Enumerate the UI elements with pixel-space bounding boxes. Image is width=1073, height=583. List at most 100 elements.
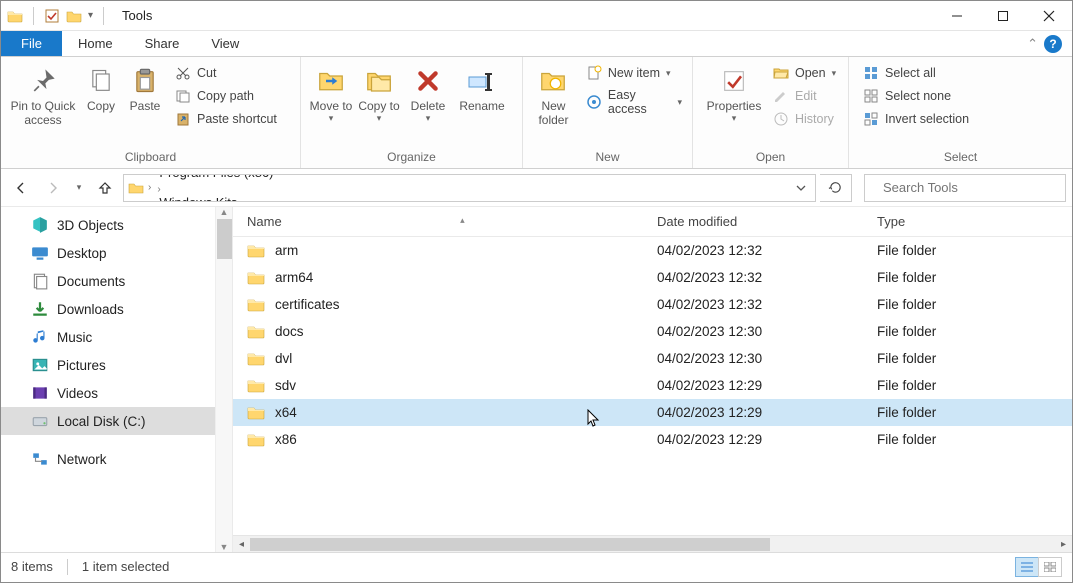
tree-item[interactable]: Downloads [1, 295, 232, 323]
chevron-right-icon[interactable]: › [146, 182, 153, 193]
up-button[interactable] [91, 174, 119, 202]
tree-item[interactable]: Local Disk (C:) [1, 407, 232, 435]
item-type: File folder [863, 432, 1072, 447]
address-dropdown-icon[interactable] [791, 182, 811, 194]
item-date: 04/02/2023 12:30 [643, 324, 863, 339]
list-item[interactable]: x6404/02/2023 12:29File folder [233, 399, 1072, 426]
paste-shortcut-icon [175, 111, 191, 127]
item-type: File folder [863, 405, 1072, 420]
item-date: 04/02/2023 12:32 [643, 297, 863, 312]
tab-file[interactable]: File [1, 31, 62, 56]
list-item[interactable]: docs04/02/2023 12:30File folder [233, 318, 1072, 345]
invert-selection-button[interactable]: Invert selection [859, 109, 973, 129]
paste-shortcut-button[interactable]: Paste shortcut [171, 109, 281, 129]
rename-button[interactable]: Rename [453, 61, 511, 113]
breadcrumb-segment[interactable]: Program Files (x86) [155, 174, 277, 181]
open-button[interactable]: Open ▾ [769, 63, 840, 83]
item-type: File folder [863, 351, 1072, 366]
folder-icon [247, 433, 265, 447]
ribbon-tabs: File Home Share View ⌃ ? [1, 31, 1072, 57]
maximize-button[interactable] [980, 1, 1026, 31]
rename-icon [466, 65, 498, 97]
copy-button[interactable]: Copy [79, 61, 123, 113]
address-bar[interactable]: › This PC›Local Disk (C:)›Program Files … [123, 174, 816, 202]
history-button[interactable]: History [769, 109, 840, 129]
tab-view[interactable]: View [195, 31, 255, 56]
folder-icon [247, 271, 265, 285]
list-item[interactable]: certificates04/02/2023 12:32File folder [233, 291, 1072, 318]
move-to-button[interactable]: Move to▾ [307, 61, 355, 124]
column-type[interactable]: Type [863, 214, 1072, 229]
forward-button[interactable] [39, 174, 67, 202]
back-button[interactable] [7, 174, 35, 202]
list-item[interactable]: arm6404/02/2023 12:32File folder [233, 264, 1072, 291]
tree-item[interactable]: Desktop [1, 239, 232, 267]
column-name[interactable]: Name▴ [233, 214, 643, 229]
help-icon[interactable]: ? [1044, 35, 1062, 53]
minimize-button[interactable] [934, 1, 980, 31]
qat-properties-icon[interactable] [44, 8, 60, 24]
new-folder-button[interactable]: New folder [529, 61, 578, 127]
tab-share[interactable]: Share [129, 31, 196, 56]
column-headers[interactable]: Name▴ Date modified Type [233, 207, 1072, 237]
navigation-tree[interactable]: 3D ObjectsDesktopDocumentsDownloadsMusic… [1, 207, 233, 552]
horizontal-scrollbar[interactable]: ◂ ▸ [233, 535, 1072, 552]
tree-item[interactable]: 3D Objects [1, 211, 232, 239]
tree-item-label: Videos [57, 386, 98, 401]
tree-item[interactable]: Music [1, 323, 232, 351]
thumbnails-view-button[interactable] [1038, 557, 1062, 577]
copy-path-button[interactable]: Copy path [171, 86, 281, 106]
list-item[interactable]: sdv04/02/2023 12:29File folder [233, 372, 1072, 399]
select-all-button[interactable]: Select all [859, 63, 973, 83]
folder-icon [247, 406, 265, 420]
copy-to-icon [363, 65, 395, 97]
paste-button[interactable]: Paste [123, 61, 167, 113]
navigation-bar: ▾ › This PC›Local Disk (C:)›Program File… [1, 169, 1072, 207]
copy-to-button[interactable]: Copy to▾ [355, 61, 403, 124]
easy-access-button[interactable]: Easy access ▾ [582, 86, 686, 118]
item-name: arm [275, 243, 298, 258]
item-name: x64 [275, 405, 297, 420]
select-none-button[interactable]: Select none [859, 86, 973, 106]
list-item[interactable]: arm04/02/2023 12:32File folder [233, 237, 1072, 264]
disk-icon [31, 412, 49, 430]
folder-icon [247, 244, 265, 258]
chevron-right-icon[interactable]: › [155, 184, 162, 195]
cut-button[interactable]: Cut [171, 63, 281, 83]
close-button[interactable] [1026, 1, 1072, 31]
tree-item[interactable]: Videos [1, 379, 232, 407]
copy-path-icon [175, 88, 191, 104]
list-item[interactable]: dvl04/02/2023 12:30File folder [233, 345, 1072, 372]
tree-scrollbar[interactable]: ▲ ▼ [215, 207, 232, 552]
folder-icon [7, 8, 23, 24]
qat-folder-icon[interactable] [66, 8, 82, 24]
details-view-button[interactable] [1015, 557, 1039, 577]
edit-button[interactable]: Edit [769, 86, 840, 106]
new-item-button[interactable]: New item ▾ [582, 63, 686, 83]
breadcrumb-segment[interactable]: Windows Kits [155, 195, 277, 202]
status-item-count: 8 items [11, 559, 53, 574]
column-date[interactable]: Date modified [643, 214, 863, 229]
copy-icon [85, 65, 117, 97]
ribbon-collapse-icon[interactable]: ⌃ [1027, 36, 1038, 52]
pin-to-quick-access-button[interactable]: Pin to Quick access [7, 61, 79, 127]
search-input[interactable] [881, 179, 1061, 196]
recent-locations-button[interactable]: ▾ [71, 174, 87, 202]
tree-item[interactable]: Pictures [1, 351, 232, 379]
tab-home[interactable]: Home [62, 31, 129, 56]
delete-button[interactable]: Delete▾ [403, 61, 453, 124]
item-date: 04/02/2023 12:29 [643, 378, 863, 393]
open-icon [773, 65, 789, 81]
tree-item[interactable]: Network [1, 445, 232, 473]
properties-button[interactable]: Properties▾ [699, 61, 769, 124]
item-name: certificates [275, 297, 340, 312]
search-box[interactable] [864, 174, 1066, 202]
item-type: File folder [863, 378, 1072, 393]
scissors-icon [175, 65, 191, 81]
tree-item[interactable]: Documents [1, 267, 232, 295]
group-label-select: Select [849, 148, 1072, 168]
refresh-button[interactable] [820, 174, 852, 202]
qat-customize-icon[interactable]: ▾ [88, 10, 93, 21]
list-item[interactable]: x8604/02/2023 12:29File folder [233, 426, 1072, 453]
item-type: File folder [863, 243, 1072, 258]
